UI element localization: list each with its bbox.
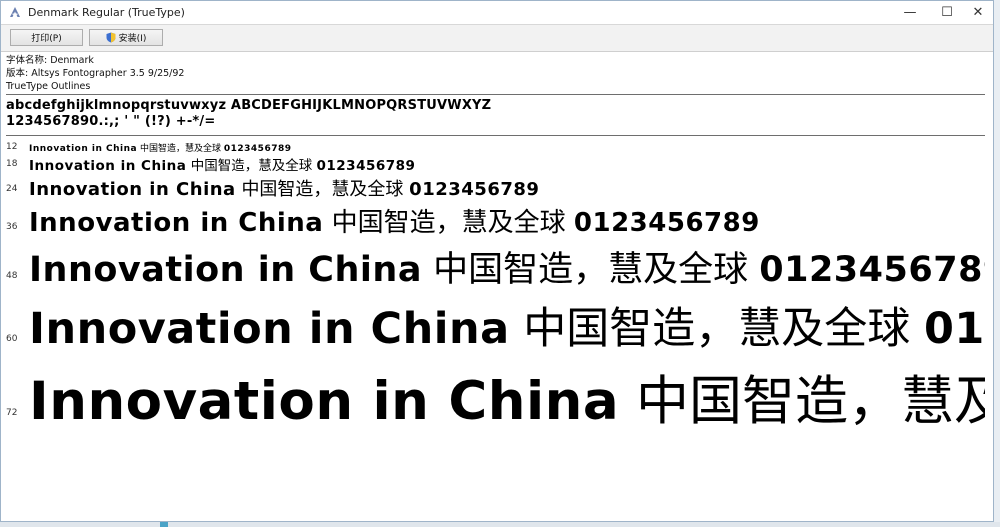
taskbar-accent <box>160 522 168 527</box>
print-button-label: 打印(P) <box>31 34 62 44</box>
sample-latin-text: Innovation in China <box>29 371 620 432</box>
font-app-icon <box>8 5 22 19</box>
sample-size-label: 12 <box>6 142 18 152</box>
sample-latin-text: Innovation in China <box>29 179 236 200</box>
install-button[interactable]: 安装(I) <box>89 29 163 46</box>
sample-size-label: 24 <box>6 184 18 194</box>
close-button[interactable]: ✕ <box>962 1 993 23</box>
sample-cjk-text: 中国智造，慧及全球 <box>241 179 404 200</box>
sample-digits-text: 0123456789 <box>223 144 292 154</box>
sample-cjk-text: 中国智造，慧及全球 <box>190 158 313 174</box>
print-button[interactable]: 打印(P) <box>10 29 83 46</box>
sample-cjk-text: 中国智造，慧及全球 <box>139 144 221 154</box>
font-viewer-window: Denmark Regular (TrueType) — ☐ ✕ 打印(P) 安… <box>0 0 994 522</box>
minimize-button[interactable]: — <box>894 1 926 23</box>
sample-digits-text: 0123456789 <box>316 158 416 174</box>
divider <box>6 135 985 136</box>
sample-digits-text: 0123456789 <box>759 250 994 290</box>
sample-latin-text: Innovation in China <box>29 158 187 174</box>
sample-cjk-text: 中国智造，慧及全球 <box>433 250 749 290</box>
sample-size-label: 60 <box>6 334 18 344</box>
sample-size-label: 18 <box>6 159 18 169</box>
vertical-scrollbar[interactable] <box>985 54 993 521</box>
divider <box>6 94 985 95</box>
sample-digits-text: 0123456789 <box>573 208 760 238</box>
install-button-label: 安装(I) <box>118 34 147 44</box>
sample-latin-text: Innovation in China <box>29 144 138 154</box>
font-info: 字体名称: Denmark 版本: Altsys Fontographer 3.… <box>6 54 184 93</box>
sample-cjk-text: 中国智造，慧及全球 <box>331 208 566 238</box>
charset-digits-symbols: 1234567890.:,; ' " (!?) +-*/= <box>6 114 216 129</box>
sample-digits-text: 0123456789 <box>409 179 540 200</box>
sample-digits-text: 0123456789 <box>923 304 993 354</box>
charset-letters: abcdefghijklmnopqrstuvwxyz ABCDEFGHIJKLM… <box>6 98 492 113</box>
maximize-button[interactable]: ☐ <box>931 1 963 23</box>
sample-cjk-text: 中国智造，慧及全球 <box>636 371 993 432</box>
sample-latin-text: Innovation in China <box>29 304 510 354</box>
font-version-text: 版本: Altsys Fontographer 3.5 9/25/92 <box>6 68 185 79</box>
title-bar[interactable]: Denmark Regular (TrueType) — ☐ ✕ <box>1 1 993 23</box>
window-title: Denmark Regular (TrueType) <box>28 5 185 19</box>
sample-latin-text: Innovation in China <box>29 208 324 238</box>
sample-latin-text: Innovation in China <box>29 250 422 290</box>
sample-size-label: 36 <box>6 222 18 232</box>
sample-size-label: 48 <box>6 271 18 281</box>
character-set: abcdefghijklmnopqrstuvwxyz ABCDEFGHIJKLM… <box>6 98 491 130</box>
toolbar: 打印(P) 安装(I) <box>1 24 993 52</box>
font-name-text: 字体名称: Denmark <box>6 55 94 66</box>
font-type-text: TrueType Outlines <box>6 81 91 92</box>
sample-cjk-text: 中国智造，慧及全球 <box>523 304 911 354</box>
sample-size-label: 72 <box>6 408 18 418</box>
shield-icon <box>106 32 116 43</box>
taskbar-edge <box>0 522 1000 527</box>
desktop-background <box>994 0 1000 527</box>
